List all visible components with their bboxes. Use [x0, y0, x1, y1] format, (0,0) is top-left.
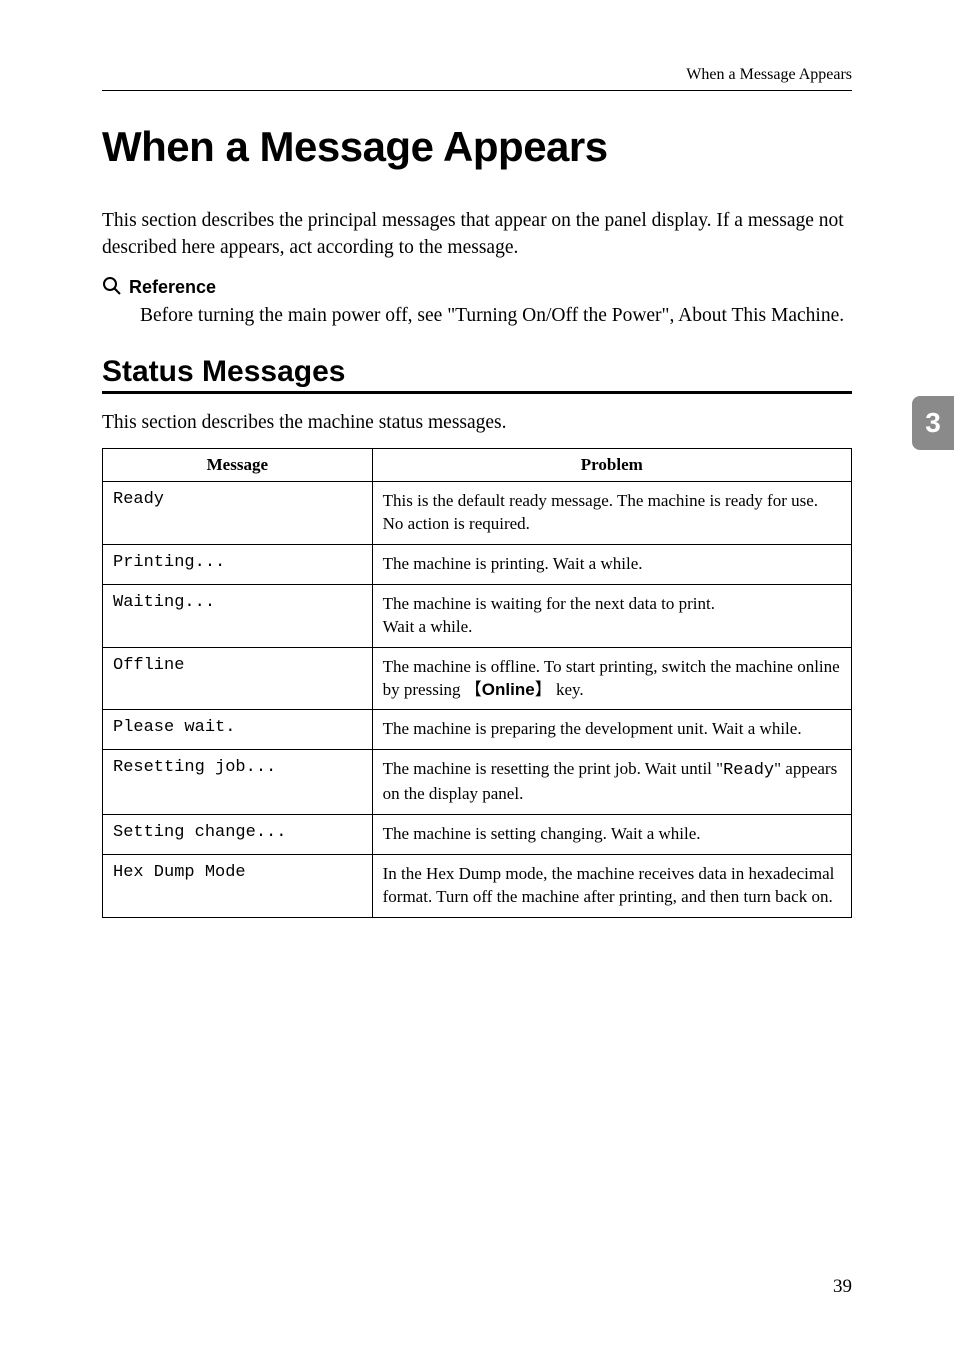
status-section-title: Status Messages: [102, 355, 852, 394]
table-row: Hex Dump ModeIn the Hex Dump mode, the m…: [103, 855, 852, 918]
message-cell: Hex Dump Mode: [103, 855, 373, 918]
reference-body: Before turning the main power off, see "…: [102, 302, 852, 329]
magnifier-icon: [102, 277, 129, 297]
reference-label: Reference: [129, 277, 216, 297]
page-number: 39: [833, 1276, 852, 1298]
col-header-problem: Problem: [372, 448, 851, 481]
problem-cell: The machine is waiting for the next data…: [372, 584, 851, 647]
problem-cell: The machine is offline. To start printin…: [372, 647, 851, 710]
problem-cell: The machine is setting changing. Wait a …: [372, 815, 851, 855]
problem-cell: The machine is printing. Wait a while.: [372, 544, 851, 584]
intro-paragraph: This section describes the principal mes…: [102, 207, 852, 262]
problem-cell: The machine is preparing the development…: [372, 710, 851, 750]
table-row: ReadyThis is the default ready message. …: [103, 481, 852, 544]
chapter-tab: 3: [912, 396, 954, 450]
problem-cell: The machine is resetting the print job. …: [372, 750, 851, 815]
message-cell: Waiting...: [103, 584, 373, 647]
table-header-row: Message Problem: [103, 448, 852, 481]
reference-heading: Reference: [102, 276, 852, 298]
message-cell: Printing...: [103, 544, 373, 584]
col-header-message: Message: [103, 448, 373, 481]
table-row: Resetting job...The machine is resetting…: [103, 750, 852, 815]
table-row: Waiting...The machine is waiting for the…: [103, 584, 852, 647]
message-cell: Ready: [103, 481, 373, 544]
message-cell: Resetting job...: [103, 750, 373, 815]
problem-cell: This is the default ready message. The m…: [372, 481, 851, 544]
main-title: When a Message Appears: [102, 123, 852, 171]
message-cell: Offline: [103, 647, 373, 710]
status-intro: This section describes the machine statu…: [102, 412, 852, 434]
running-head: When a Message Appears: [102, 66, 852, 91]
table-row: Printing...The machine is printing. Wait…: [103, 544, 852, 584]
table-row: Please wait.The machine is preparing the…: [103, 710, 852, 750]
problem-cell: In the Hex Dump mode, the machine receiv…: [372, 855, 851, 918]
message-cell: Please wait.: [103, 710, 373, 750]
message-cell: Setting change...: [103, 815, 373, 855]
table-row: OfflineThe machine is offline. To start …: [103, 647, 852, 710]
status-table: Message Problem ReadyThis is the default…: [102, 448, 852, 918]
table-row: Setting change...The machine is setting …: [103, 815, 852, 855]
